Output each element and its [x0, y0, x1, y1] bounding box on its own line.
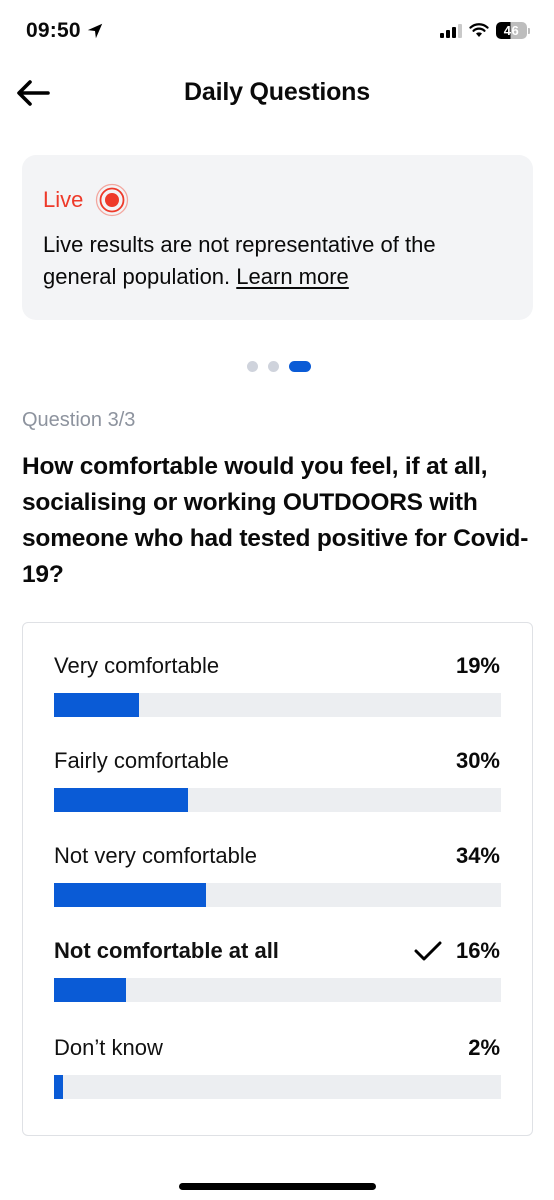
result-bar-fill: [54, 1075, 63, 1099]
wifi-icon: [469, 23, 489, 37]
learn-more-link[interactable]: Learn more: [236, 264, 349, 289]
pager-dot-1[interactable]: [247, 361, 258, 372]
cellular-signal-icon: [440, 23, 462, 38]
option-label: Don’t know: [54, 1035, 163, 1060]
result-bar-fill: [54, 693, 139, 717]
checkmark-icon: [414, 941, 442, 961]
result-bar-fill: [54, 883, 206, 907]
question-pager: [0, 361, 554, 372]
result-option: Don’t know 2%: [54, 1033, 501, 1128]
result-bar-track: [54, 978, 501, 1002]
result-bar-track: [54, 1075, 501, 1099]
page-title: Daily Questions: [184, 78, 370, 106]
option-label: Not very comfortable: [54, 843, 257, 868]
option-label: Fairly comfortable: [54, 748, 229, 773]
question-counter: Question 3/3: [22, 409, 136, 431]
question-title: How comfortable would you feel, if at al…: [22, 453, 529, 588]
location-arrow-icon: [87, 23, 102, 39]
result-option: Fairly comfortable 30%: [54, 746, 501, 841]
result-option-selected: Not comfortable at all 16%: [54, 936, 501, 1033]
live-banner: Live Live results are not representative…: [22, 155, 533, 320]
live-disclaimer: Live results are not representative of t…: [43, 229, 512, 293]
option-percent: 2%: [468, 1035, 500, 1060]
status-icons: 46: [440, 22, 530, 39]
live-broadcast-icon: [96, 183, 129, 217]
nav-header: Daily Questions: [0, 70, 554, 116]
result-bar-track: [54, 883, 501, 907]
option-percent: 19%: [455, 653, 500, 678]
option-percent: 34%: [455, 843, 500, 868]
home-indicator[interactable]: [179, 1183, 376, 1190]
pager-dot-3-active[interactable]: [289, 361, 311, 372]
result-option: Very comfortable 19%: [54, 651, 501, 746]
results-card: Very comfortable 19% Fairly comfortable …: [22, 622, 533, 1136]
pager-dot-2[interactable]: [268, 361, 279, 372]
time-text: 09:50: [26, 19, 81, 42]
live-label: Live: [43, 187, 84, 212]
status-time: 09:50: [26, 19, 104, 43]
battery-level: 46: [496, 22, 527, 39]
result-option: Not very comfortable 34%: [54, 841, 501, 936]
option-label: Not comfortable at all: [54, 938, 279, 963]
option-percent: 30%: [455, 748, 500, 773]
status-bar: 09:50 46: [0, 0, 554, 64]
option-label: Very comfortable: [54, 653, 220, 678]
result-bar-fill: [54, 978, 126, 1002]
option-percent: 16%: [455, 938, 500, 963]
result-bar-track: [54, 788, 501, 812]
result-bar-fill: [54, 788, 189, 812]
result-bar-track: [54, 693, 501, 717]
battery-icon: 46: [496, 22, 530, 39]
